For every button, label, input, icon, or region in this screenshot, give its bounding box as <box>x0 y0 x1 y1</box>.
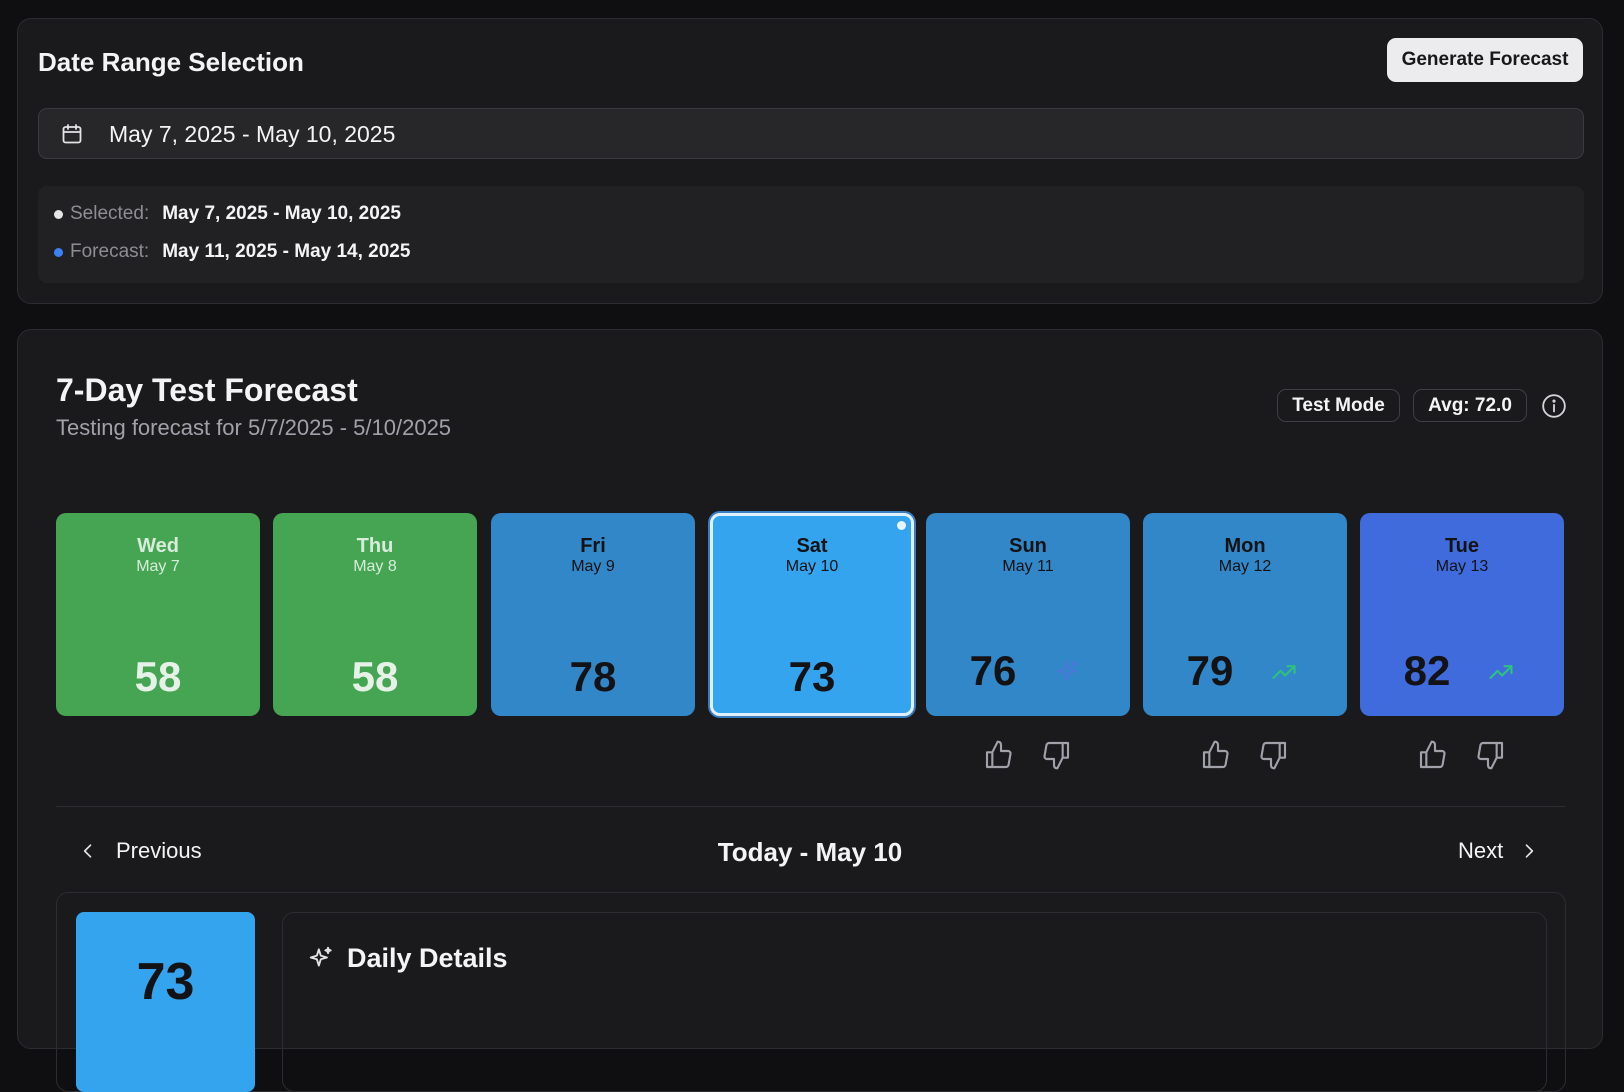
forecast-range-row: Forecast: May 11, 2025 - May 14, 2025 <box>54 241 410 263</box>
sparkle-icon <box>309 946 332 967</box>
selected-label: Selected: <box>70 203 150 224</box>
day-name: Fri <box>580 535 606 557</box>
day-name: Sun <box>1009 535 1047 557</box>
trend-up-icon <box>1272 665 1296 679</box>
selected-dot <box>54 209 63 219</box>
trend-up-icon <box>1489 665 1513 679</box>
daily-details-card: Daily Details <box>282 912 1547 1092</box>
range-summary: Selected: May 7, 2025 - May 10, 2025 For… <box>38 186 1584 283</box>
thumbs-down-icon[interactable] <box>1257 739 1289 771</box>
thumbs-down-icon[interactable] <box>1040 739 1072 771</box>
average-badge: Avg: 72.0 <box>1413 389 1527 422</box>
day-date: May 8 <box>353 558 397 575</box>
thumbs-up-icon[interactable] <box>983 739 1015 771</box>
daily-details-title: Daily Details <box>347 943 508 973</box>
day-value: 73 <box>788 653 836 700</box>
day-card-sun[interactable]: Sun May 11 76 <box>926 513 1130 716</box>
day-card-wed[interactable]: Wed May 7 58 <box>56 513 260 716</box>
divider <box>56 806 1566 807</box>
date-range-title: Date Range Selection <box>38 47 304 77</box>
day-name: Sat <box>796 535 828 557</box>
next-button[interactable]: Next <box>1458 838 1539 864</box>
day-date: May 12 <box>1218 558 1272 575</box>
day-name: Wed <box>137 535 179 557</box>
forecast-label: Forecast: <box>70 241 150 262</box>
info-icon[interactable] <box>1541 393 1567 419</box>
forecast-value: May 11, 2025 - May 14, 2025 <box>162 241 411 262</box>
day-value: 79 <box>1186 647 1234 694</box>
day-card-thu[interactable]: Thu May 8 58 <box>273 513 477 716</box>
current-day-heading: Today - May 10 <box>717 837 903 867</box>
day-card-mon[interactable]: Mon May 12 79 <box>1143 513 1347 716</box>
forecast-title: 7-Day Test Forecast <box>56 372 358 408</box>
forecast-panel: 7-Day Test Forecast Testing forecast for… <box>17 329 1603 1092</box>
daily-detail-section: 73 Daily Details <box>56 892 1566 1092</box>
day-value: 58 <box>351 653 399 700</box>
date-range-value: May 7, 2025 - May 10, 2025 <box>109 121 396 147</box>
day-date: May 13 <box>1435 558 1489 575</box>
test-mode-badge: Test Mode <box>1277 389 1400 422</box>
day-card-fri[interactable]: Fri May 9 78 <box>491 513 695 716</box>
forecast-subtitle: Testing forecast for 5/7/2025 - 5/10/202… <box>56 415 452 440</box>
day-card-tue[interactable]: Tue May 13 82 <box>1360 513 1564 716</box>
day-value: 58 <box>134 653 182 700</box>
next-label: Next <box>1458 838 1504 863</box>
day-date: May 11 <box>1002 558 1054 575</box>
day-date: May 10 <box>785 558 839 575</box>
chevron-right-icon <box>1525 844 1534 858</box>
generate-forecast-button[interactable]: Generate Forecast <box>1387 38 1583 82</box>
day-name: Mon <box>1224 535 1266 557</box>
date-range-picker[interactable]: May 7, 2025 - May 10, 2025 <box>38 108 1584 159</box>
selected-value: May 7, 2025 - May 10, 2025 <box>162 203 401 224</box>
selected-range-row: Selected: May 7, 2025 - May 10, 2025 <box>54 203 401 225</box>
day-date: May 7 <box>136 558 180 575</box>
calendar-icon <box>62 124 82 144</box>
date-range-panel: Date Range Selection Generate Forecast M… <box>17 18 1603 304</box>
sparkle-icon <box>1056 660 1079 682</box>
day-name: Thu <box>356 535 394 557</box>
day-value: 78 <box>569 653 617 700</box>
thumbs-up-icon[interactable] <box>1417 739 1449 771</box>
thumbs-down-icon[interactable] <box>1474 739 1506 771</box>
day-date: May 9 <box>571 558 615 575</box>
forecast-dot <box>54 247 63 257</box>
selected-indicator <box>897 521 906 530</box>
selected-day-value-tile: 73 <box>76 912 255 1092</box>
day-name: Tue <box>1444 535 1480 557</box>
day-value: 82 <box>1403 647 1451 694</box>
day-value: 76 <box>969 647 1017 694</box>
day-card-sat[interactable]: Sat May 10 73 <box>710 513 914 716</box>
thumbs-up-icon[interactable] <box>1200 739 1232 771</box>
